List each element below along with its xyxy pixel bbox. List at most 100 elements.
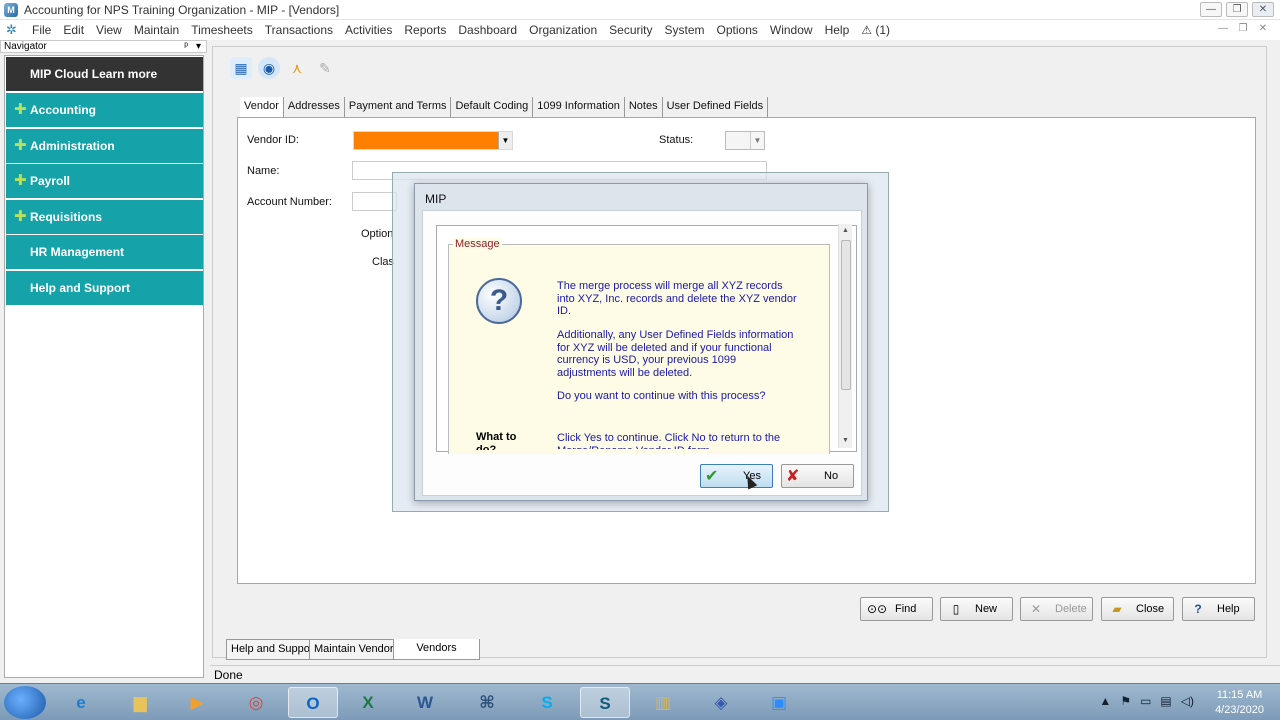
- network-icon[interactable]: ▤: [1160, 694, 1171, 708]
- x-icon: ✘: [786, 468, 800, 485]
- nav-item-accounting[interactable]: ✚ Accounting: [6, 93, 203, 127]
- nav-item-payroll[interactable]: ✚ Payroll: [6, 164, 203, 198]
- close-button-label: Close: [1136, 603, 1165, 615]
- restore-button[interactable]: ❐: [1226, 2, 1248, 17]
- vendor-id-label: Vendor ID:: [247, 134, 299, 146]
- find-button[interactable]: ⊙⊙ Find: [860, 597, 933, 621]
- form-tabs: Vendor Addresses Payment and Terms Defau…: [240, 97, 769, 117]
- tab-notes[interactable]: Notes: [625, 97, 663, 117]
- help-button-label: Help: [1217, 603, 1240, 615]
- no-button-label: No: [824, 470, 839, 482]
- excel-icon[interactable]: X: [343, 687, 393, 718]
- chevron-down-icon[interactable]: ▼: [750, 132, 764, 149]
- binoculars-icon: ⊙⊙: [867, 602, 888, 616]
- mdi-close-button[interactable]: ✕: [1256, 23, 1270, 34]
- scroll-down-icon[interactable]: ▼: [839, 434, 852, 448]
- mdi-minimize-button[interactable]: —: [1216, 23, 1230, 34]
- tab-vendor[interactable]: Vendor: [240, 97, 284, 117]
- power-icon[interactable]: ▭: [1140, 694, 1151, 708]
- minimize-button[interactable]: —: [1200, 2, 1222, 17]
- scroll-up-icon[interactable]: ▲: [839, 224, 852, 238]
- tab-payment-and-terms[interactable]: Payment and Terms: [345, 97, 452, 117]
- tab-addresses[interactable]: Addresses: [284, 97, 345, 117]
- network-tool-icon[interactable]: ⌘: [462, 687, 512, 718]
- menu-file[interactable]: File: [26, 23, 57, 37]
- menu-options[interactable]: Options: [711, 23, 764, 37]
- internet-explorer-icon[interactable]: e: [56, 687, 106, 718]
- merge-icon[interactable]: ⋏: [286, 57, 308, 79]
- menu-view[interactable]: View: [90, 23, 128, 37]
- doc-tab-help-and-support[interactable]: Help and Support: [226, 639, 322, 660]
- file-explorer-icon[interactable]: ▆: [115, 687, 165, 718]
- gear-icon[interactable]: ✲: [6, 23, 20, 37]
- new-button[interactable]: ▯ New: [940, 597, 1013, 621]
- chevron-down-icon[interactable]: ▼: [498, 132, 512, 149]
- close-button[interactable]: ▰ Close: [1101, 597, 1174, 621]
- notification-indicator[interactable]: ⚠ (1): [855, 23, 896, 37]
- doc-tab-vendors[interactable]: Vendors: [393, 639, 480, 660]
- skype-icon[interactable]: S: [522, 687, 572, 718]
- menu-reports[interactable]: Reports: [398, 23, 452, 37]
- notification-count: (1): [875, 23, 891, 37]
- expand-plus-icon: ✚: [14, 208, 27, 225]
- clock[interactable]: 11:15 AM 4/23/2020: [1215, 688, 1264, 718]
- menu-transactions[interactable]: Transactions: [259, 23, 339, 37]
- start-button[interactable]: [4, 686, 46, 719]
- nav-item-label: Administration: [30, 139, 115, 153]
- navigator-dropdown-icon[interactable]: ▾: [196, 41, 201, 52]
- word-icon[interactable]: W: [400, 687, 450, 718]
- tray-expand-icon[interactable]: ▲: [1099, 694, 1111, 708]
- question-icon: ?: [476, 278, 522, 324]
- navigator-panel: MIP Cloud Learn more ✚ Accounting ✚ Admi…: [4, 55, 204, 678]
- help-button[interactable]: ? Help: [1182, 597, 1255, 621]
- mdi-restore-button[interactable]: ❐: [1236, 23, 1250, 34]
- what-to-do-text: Click Yes to continue. Click No to retur…: [557, 432, 781, 449]
- menu-window[interactable]: Window: [764, 23, 819, 37]
- report-icon[interactable]: ▦: [230, 57, 252, 79]
- admin-tool-icon[interactable]: ◈: [696, 687, 746, 718]
- library-icon[interactable]: ▥: [638, 687, 688, 718]
- clock-date: 4/23/2020: [1215, 704, 1264, 716]
- menu-system[interactable]: System: [659, 23, 711, 37]
- status-select[interactable]: ▼: [725, 131, 765, 150]
- scroll-thumb[interactable]: [841, 240, 851, 390]
- media-player-icon[interactable]: ▶: [172, 687, 222, 718]
- doc-tab-maintain-vendors[interactable]: Maintain Vendors: [309, 639, 404, 660]
- mip-app-icon: M: [4, 2, 18, 17]
- no-button[interactable]: ✘ No: [781, 464, 854, 488]
- pin-icon[interactable]: ᵖ: [184, 41, 188, 52]
- menu-timesheets[interactable]: Timesheets: [185, 23, 259, 37]
- mip-taskbar-icon[interactable]: S: [580, 687, 630, 718]
- menu-help[interactable]: Help: [819, 23, 856, 37]
- tab-user-defined-fields[interactable]: User Defined Fields: [663, 97, 769, 117]
- nav-item-help-and-support[interactable]: Help and Support: [6, 271, 203, 305]
- volume-icon[interactable]: ◁): [1181, 694, 1194, 708]
- zoom-icon[interactable]: ▣: [754, 687, 804, 718]
- chrome-icon[interactable]: ◎: [231, 687, 281, 718]
- menu-organization[interactable]: Organization: [523, 23, 603, 37]
- nav-item-administration[interactable]: ✚ Administration: [6, 129, 203, 163]
- tab-default-coding[interactable]: Default Coding: [451, 97, 534, 117]
- tab-1099-information[interactable]: 1099 Information: [533, 97, 625, 117]
- menu-edit[interactable]: Edit: [57, 23, 90, 37]
- attachment-icon[interactable]: ✎: [314, 57, 336, 79]
- menu-security[interactable]: Security: [603, 23, 658, 37]
- nav-item-mip-cloud[interactable]: MIP Cloud Learn more: [6, 57, 203, 91]
- nav-item-label: Accounting: [30, 103, 96, 117]
- menu-activities[interactable]: Activities: [339, 23, 398, 37]
- status-text: Done: [214, 668, 243, 682]
- delete-button[interactable]: ✕ Delete: [1020, 597, 1093, 621]
- lookup-icon[interactable]: ◉: [258, 57, 280, 79]
- vendor-id-field[interactable]: ▼: [353, 131, 513, 150]
- action-center-icon[interactable]: ⚑: [1120, 694, 1131, 708]
- outlook-icon[interactable]: O: [288, 687, 338, 718]
- nav-item-requisitions[interactable]: ✚ Requisitions: [6, 200, 203, 234]
- close-window-button[interactable]: ✕: [1252, 2, 1274, 17]
- menu-dashboard[interactable]: Dashboard: [452, 23, 523, 37]
- message-scrollbar[interactable]: ▲ ▼: [838, 224, 852, 448]
- menu-maintain[interactable]: Maintain: [128, 23, 185, 37]
- account-number-field[interactable]: [352, 192, 397, 211]
- message-legend: Message: [453, 238, 502, 250]
- yes-button[interactable]: ✔ Yes: [700, 464, 773, 488]
- nav-item-hr-management[interactable]: HR Management: [6, 235, 203, 269]
